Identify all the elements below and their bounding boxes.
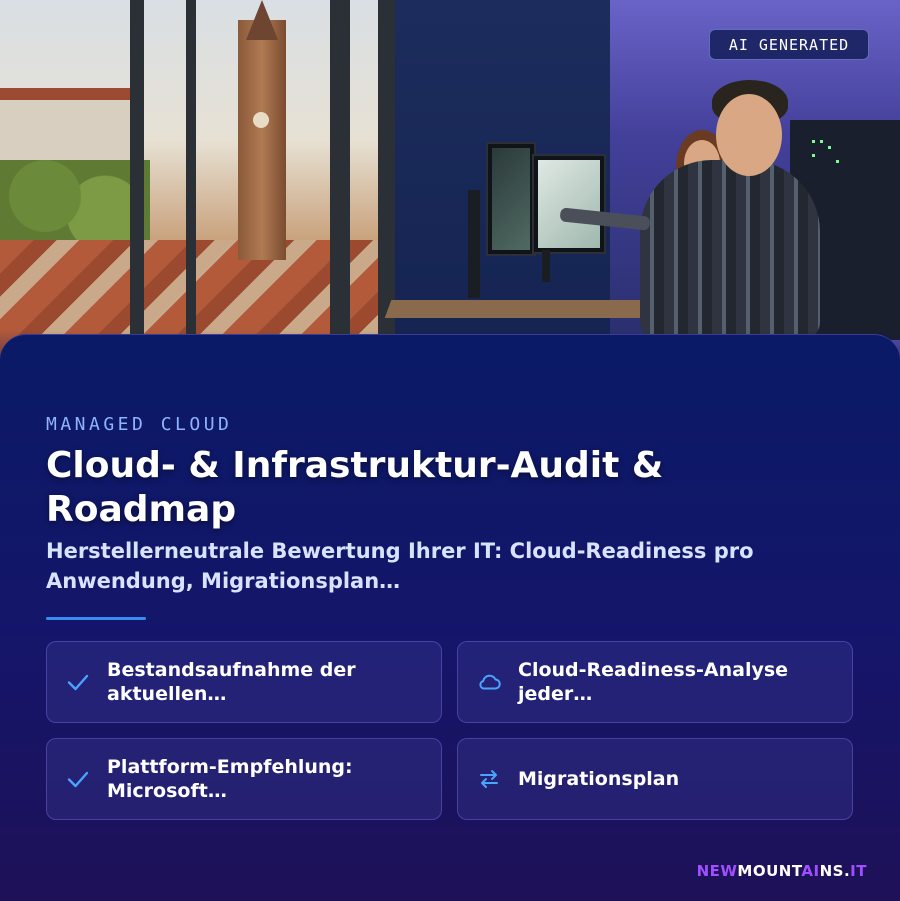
check-icon — [65, 669, 91, 695]
feature-card-cloud-readiness: Cloud-Readiness-Analyse jeder… — [457, 641, 853, 723]
feature-card-inventory: Bestandsaufnahme der aktuellen… — [46, 641, 442, 723]
accent-divider — [46, 617, 146, 620]
monitor-right — [532, 154, 606, 254]
brand-logo: NEWMOUNTAINS.IT — [696, 862, 867, 880]
desk — [384, 300, 682, 318]
ai-generated-badge: AI GENERATED — [709, 29, 869, 60]
window-frame — [130, 0, 144, 340]
cloud-icon — [476, 669, 502, 695]
check-icon — [65, 766, 91, 792]
page-subtitle: Herstellerneutrale Bewertung Ihrer IT: C… — [46, 539, 754, 593]
feature-card-migration: Migrationsplan — [457, 738, 853, 820]
man-plaid-shirt — [640, 160, 820, 340]
feature-label: Plattform-Empfehlung: Microsoft… — [107, 756, 353, 802]
arrows-swap-icon — [476, 766, 502, 792]
monitor-left — [486, 142, 536, 256]
feature-label: Migrationsplan — [518, 768, 680, 790]
church-tower — [238, 20, 286, 260]
feature-label: Bestandsaufnahme der aktuellen… — [107, 659, 356, 705]
feature-card-platform: Plattform-Empfehlung: Microsoft… — [46, 738, 442, 820]
eyebrow-category: MANAGED CLOUD — [46, 414, 233, 435]
page-title: Cloud- & Infrastruktur-Audit & Roadmap — [46, 445, 664, 530]
feature-label: Cloud-Readiness-Analyse jeder… — [518, 659, 789, 705]
